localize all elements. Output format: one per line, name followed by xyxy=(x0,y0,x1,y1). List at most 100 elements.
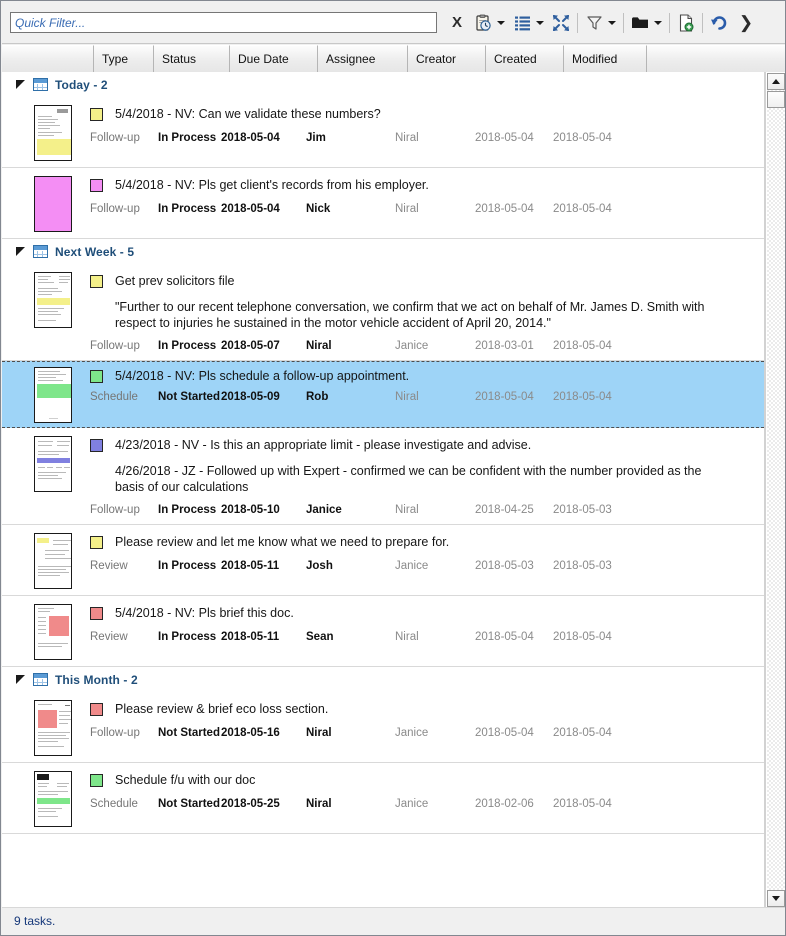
document-thumbnail[interactable] xyxy=(34,436,72,492)
task-title: 5/4/2018 - NV: Can we validate these num… xyxy=(115,107,381,121)
scrollbar-thumb[interactable] xyxy=(767,91,785,108)
task-type: Follow-up xyxy=(90,504,140,516)
document-thumbnail[interactable] xyxy=(34,700,72,756)
task-created: 2018-05-04 xyxy=(475,391,534,403)
document-thumbnail[interactable] xyxy=(34,604,72,660)
group-header-label: Next Week - 5 xyxy=(55,244,135,259)
task-color-swatch[interactable] xyxy=(90,107,103,121)
document-thumbnail[interactable] xyxy=(34,367,72,423)
status-badge: Not Started xyxy=(158,727,220,739)
task-metadata-row: Schedule Not Started 2018-05-25 Niral Ja… xyxy=(90,796,758,812)
scroll-down-button[interactable] xyxy=(767,890,785,907)
status-badge: In Process xyxy=(158,132,217,144)
task-color-swatch[interactable] xyxy=(90,438,103,452)
table-row[interactable]: 5/4/2018 - NV: Pls schedule a follow-up … xyxy=(2,361,764,428)
task-assignee: Janice xyxy=(306,504,342,516)
table-row[interactable]: 4/23/2018 - NV - Is this an appropriate … xyxy=(2,428,764,525)
task-assignee: Rob xyxy=(306,391,329,403)
column-header-created[interactable]: Created xyxy=(486,45,564,72)
quick-filter-field[interactable] xyxy=(10,12,437,33)
clear-filter-button[interactable]: X xyxy=(446,10,468,36)
task-assignee: Niral xyxy=(306,727,332,739)
task-note: "Further to our recent telephone convers… xyxy=(115,300,705,330)
task-created: 2018-05-04 xyxy=(475,132,534,144)
column-header-assignee[interactable]: Assignee xyxy=(318,45,408,72)
table-row[interactable]: 5/4/2018 - NV: Pls brief this doc. Revie… xyxy=(2,596,764,667)
task-color-swatch[interactable] xyxy=(90,606,103,620)
task-modified: 2018-05-03 xyxy=(553,560,612,572)
task-color-swatch[interactable] xyxy=(90,535,103,549)
collapse-triangle-icon[interactable] xyxy=(16,674,25,684)
task-color-swatch[interactable] xyxy=(90,369,103,383)
group-header-next-week[interactable]: Next Week - 5 xyxy=(2,239,764,264)
task-modified: 2018-05-03 xyxy=(553,504,612,516)
collapse-triangle-icon[interactable] xyxy=(16,246,25,256)
expand-collapse-icon[interactable] xyxy=(550,10,572,36)
next-chevron-icon[interactable]: ❯ xyxy=(734,10,758,36)
scrollbar-track[interactable] xyxy=(767,90,785,890)
list-view-dropdown-caret[interactable] xyxy=(533,20,546,25)
task-metadata-row: Review In Process 2018-05-11 Josh Janice… xyxy=(90,558,758,574)
task-color-swatch[interactable] xyxy=(90,274,103,288)
table-row[interactable]: Get prev solicitors file "Further to our… xyxy=(2,264,764,361)
column-header-due-date[interactable]: Due Date xyxy=(230,45,318,72)
calendar-grid-icon xyxy=(33,245,48,258)
task-title: 5/4/2018 - NV: Pls brief this doc. xyxy=(115,606,294,620)
column-header-blank[interactable] xyxy=(2,45,94,72)
vertical-scrollbar[interactable] xyxy=(765,72,785,908)
task-assignee: Nick xyxy=(306,203,331,215)
table-row[interactable]: Please review and let me know what we ne… xyxy=(2,525,764,596)
task-color-swatch[interactable] xyxy=(90,702,103,716)
task-created: 2018-05-04 xyxy=(475,631,534,643)
task-due-date: 2018-05-07 xyxy=(221,340,280,352)
column-header-status[interactable]: Status xyxy=(154,45,230,72)
column-header-filler[interactable] xyxy=(647,45,785,72)
column-header-type[interactable]: Type xyxy=(94,45,154,72)
clipboard-clock-dropdown-caret[interactable] xyxy=(494,20,507,25)
group-header-today[interactable]: Today - 2 xyxy=(2,72,764,97)
table-row[interactable]: 5/4/2018 - NV: Pls get client's records … xyxy=(2,168,764,239)
document-thumbnail[interactable] xyxy=(34,771,72,827)
table-row[interactable]: 5/4/2018 - NV: Can we validate these num… xyxy=(2,97,764,168)
task-metadata-row: Schedule Not Started 2018-05-09 Rob Nira… xyxy=(90,389,758,405)
add-document-icon[interactable] xyxy=(675,10,697,36)
calendar-grid-icon xyxy=(33,673,48,686)
table-row[interactable]: Please review & brief eco loss section. … xyxy=(2,692,764,763)
table-row[interactable]: Schedule f/u with our doc Schedule Not S… xyxy=(2,763,764,834)
list-view-icon[interactable] xyxy=(511,10,533,36)
task-list-area: Today - 2 5/4/2018 - NV: Can we validate… xyxy=(2,72,785,908)
document-thumbnail[interactable] xyxy=(34,176,72,232)
task-assignee: Niral xyxy=(306,340,332,352)
task-assignee: Niral xyxy=(306,798,332,810)
task-creator: Janice xyxy=(395,727,429,739)
column-header-creator[interactable]: Creator xyxy=(408,45,486,72)
task-color-swatch[interactable] xyxy=(90,178,103,192)
filter-funnel-icon[interactable] xyxy=(583,10,605,36)
document-thumbnail[interactable] xyxy=(34,533,72,589)
task-creator: Janice xyxy=(395,340,429,352)
folder-icon[interactable] xyxy=(629,10,651,36)
calendar-grid-icon xyxy=(33,78,48,91)
task-due-date: 2018-05-04 xyxy=(221,203,280,215)
task-due-date: 2018-05-10 xyxy=(221,504,280,516)
task-color-swatch[interactable] xyxy=(90,773,103,787)
search-input[interactable] xyxy=(15,15,432,30)
toolbar: X xyxy=(2,2,785,44)
scroll-up-button[interactable] xyxy=(767,73,785,90)
task-title: Get prev solicitors file xyxy=(115,274,235,288)
group-header-this-month[interactable]: This Month - 2 xyxy=(2,667,764,692)
collapse-triangle-icon[interactable] xyxy=(16,79,25,89)
folder-dropdown-caret[interactable] xyxy=(651,20,664,25)
task-title: Please review and let me know what we ne… xyxy=(115,535,450,549)
document-thumbnail[interactable] xyxy=(34,272,72,328)
filter-dropdown-caret[interactable] xyxy=(605,20,618,25)
document-thumbnail[interactable] xyxy=(34,105,72,161)
task-title: 5/4/2018 - NV: Pls schedule a follow-up … xyxy=(115,369,410,383)
undo-icon[interactable] xyxy=(708,10,730,36)
task-modified: 2018-05-04 xyxy=(553,391,612,403)
task-assignee: Sean xyxy=(306,631,334,643)
clipboard-clock-icon[interactable] xyxy=(472,10,494,36)
group-header-label: Today - 2 xyxy=(55,77,108,92)
column-header-modified[interactable]: Modified xyxy=(564,45,647,72)
task-assignee: Jim xyxy=(306,132,326,144)
